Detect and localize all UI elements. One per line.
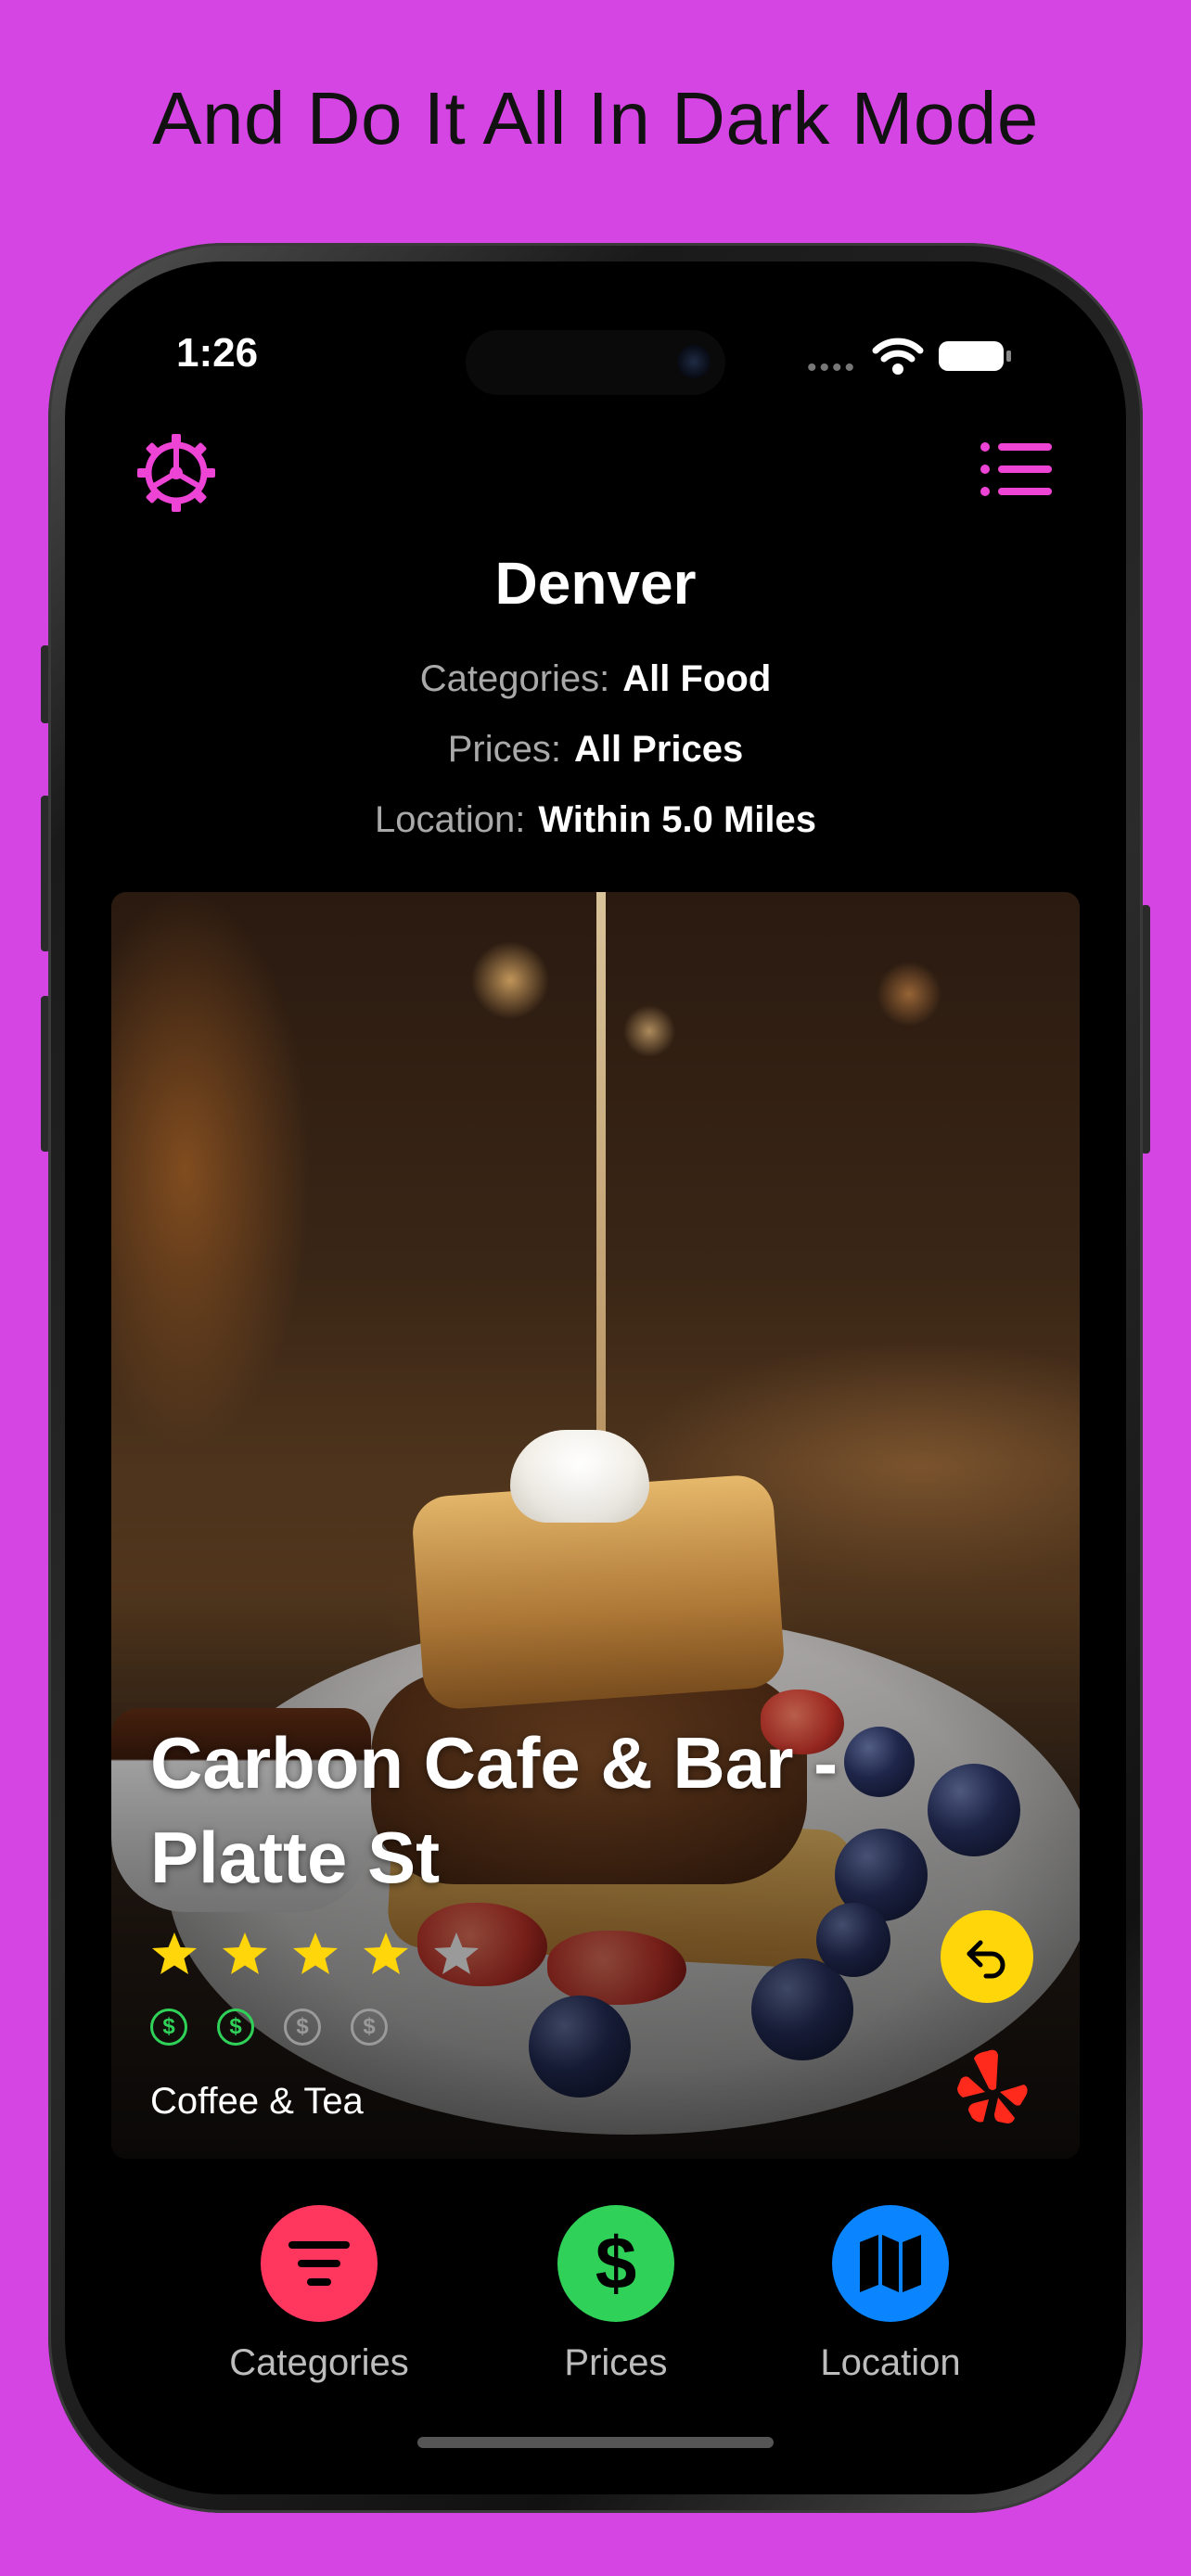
filter-location-row: Location: Within 5.0 Miles [0,799,1191,841]
wifi-icon [872,338,924,375]
gear-icon[interactable] [135,432,217,514]
undo-button[interactable] [941,1910,1033,2003]
price-dot-active: $ [217,2009,254,2046]
map-icon [860,2235,921,2292]
front-camera [677,345,711,378]
promo-headline: And Do It All In Dark Mode [152,77,1039,159]
restaurant-card[interactable]: Carbon Cafe & Bar - Platte St $ $ $ $ Coffe… [111,892,1080,2159]
price-dot-active: $ [150,2009,187,2046]
undo-icon [967,1940,1005,1979]
battery-icon [939,341,1004,371]
star-filled-icon [293,1932,338,1974]
tab-location[interactable]: Location [779,2205,1002,2384]
signal-icon: •••• [807,352,858,383]
star-filled-icon [152,1932,197,1974]
status-time: 1:26 [176,330,259,376]
location-button[interactable] [832,2205,949,2322]
dollar-icon: $ [595,2222,637,2304]
price-dot-inactive: $ [351,2009,388,2046]
star-filled-icon [364,1932,408,1974]
price-level: $ $ $ $ [150,2009,388,2046]
categories-button[interactable] [261,2205,378,2322]
battery-tip [1006,351,1011,362]
filter-location-value: Within 5.0 Miles [538,799,817,840]
tab-categories[interactable]: Categories [208,2205,430,2384]
tab-prices-label: Prices [564,2342,668,2383]
restaurant-category: Coffee & Tea [150,2081,364,2122]
filter-categories-value: All Food [622,658,772,699]
filter-prices-row: Prices: All Prices [0,729,1191,771]
filter-categories-row: Categories: All Food [0,658,1191,700]
star-empty-icon [434,1932,479,1974]
star-rating [148,1929,482,1981]
filter-location-label: Location: [374,799,526,840]
filter-prices-value: All Prices [573,729,744,770]
tab-location-label: Location [820,2342,961,2383]
home-indicator[interactable] [417,2437,774,2448]
restaurant-name: Carbon Cafe & Bar - Platte St [150,1722,839,1898]
prices-button[interactable]: $ [557,2205,674,2322]
tab-categories-label: Categories [229,2342,409,2383]
city-title: Denver [494,550,697,617]
filter-lines-icon [288,2241,350,2286]
price-dot-inactive: $ [284,2009,321,2046]
tab-prices[interactable]: $ Prices [505,2205,727,2384]
filter-prices-label: Prices: [447,729,561,770]
list-icon[interactable] [980,441,1054,497]
star-filled-icon [223,1932,267,1974]
yelp-icon[interactable] [955,2047,1030,2127]
filter-categories-label: Categories: [419,658,610,699]
